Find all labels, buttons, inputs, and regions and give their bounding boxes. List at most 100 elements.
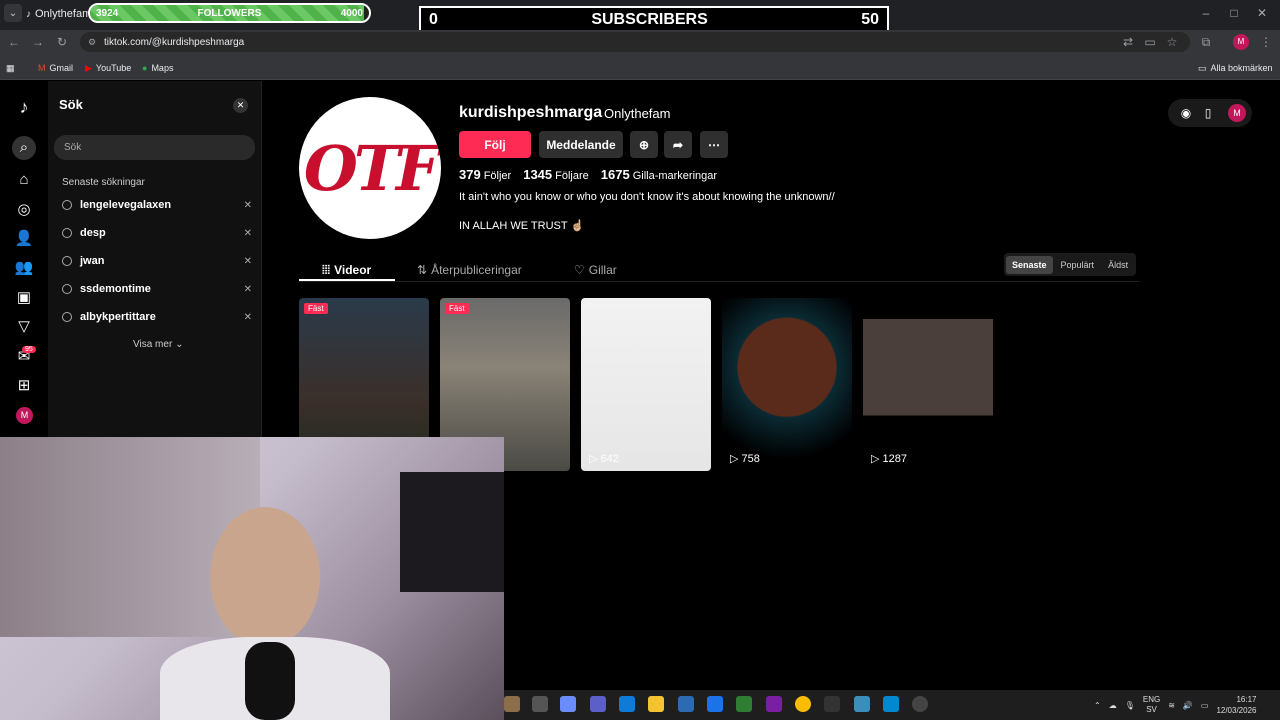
sort-latest[interactable]: Senaste xyxy=(1006,255,1053,274)
tab-videos[interactable]: ⦙⦙⦙ Videor xyxy=(322,259,371,281)
remove-icon[interactable]: ✕ xyxy=(244,228,252,239)
recent-search-item[interactable]: albykpertittare ✕ xyxy=(62,308,252,326)
video-thumbnail[interactable]: ▷ 758 xyxy=(722,298,852,471)
address-bar[interactable]: ⚙ tiktok.com/@kurdishpeshmarga xyxy=(80,32,1190,52)
tiktok-favicon-icon: ♪ xyxy=(26,8,31,20)
browser-tab[interactable]: ♪ Onlythefam xyxy=(26,3,96,25)
more-options-icon[interactable]: ⋯ xyxy=(700,131,728,158)
teams-icon[interactable] xyxy=(590,696,606,712)
chevron-up-icon[interactable]: ⌃ xyxy=(1094,701,1101,710)
bookmark-star-icon[interactable]: ☆ xyxy=(1164,34,1180,50)
share-icon[interactable]: ➦ xyxy=(664,131,692,158)
follow-button[interactable]: Följ xyxy=(459,131,531,158)
tabs-divider xyxy=(299,281,1139,282)
profile-avatar[interactable]: M xyxy=(16,407,33,424)
followers-label: FOLLOWERS xyxy=(197,7,262,19)
following-stat[interactable]: 379 Följer xyxy=(459,167,511,182)
extensions-icon[interactable]: ⧉ xyxy=(1198,34,1214,50)
recent-search-item[interactable]: ssdemontime ✕ xyxy=(62,280,252,298)
bookmark-youtube[interactable]: ▶ YouTube xyxy=(85,60,131,76)
phone-icon[interactable]: ▯ xyxy=(1198,103,1218,123)
translate-icon[interactable]: ⇄ xyxy=(1120,34,1136,50)
upload-icon[interactable]: ⊞ xyxy=(14,376,34,396)
apps-icon[interactable]: ▦ xyxy=(6,60,15,76)
site-info-icon[interactable]: ⚙ xyxy=(88,37,96,48)
start-icon[interactable] xyxy=(504,696,520,712)
heart-lock-icon: ♡ xyxy=(574,263,585,277)
explore-icon[interactable]: ◎ xyxy=(14,200,34,220)
bookmark-maps[interactable]: ● Maps xyxy=(142,60,173,76)
security-icon[interactable] xyxy=(736,696,752,712)
tab-reposts[interactable]: ⇅ Återpubliceringar xyxy=(417,259,522,281)
video-thumbnail[interactable]: ▷ 642 xyxy=(581,298,711,471)
chrome-menu-icon[interactable]: ⋮ xyxy=(1258,34,1274,50)
all-bookmarks[interactable]: ▭ Alla bokmärken xyxy=(1198,60,1273,76)
obs-icon[interactable] xyxy=(912,696,928,712)
remove-icon[interactable]: ✕ xyxy=(244,312,252,323)
file-explorer-icon[interactable] xyxy=(648,696,664,712)
home-icon[interactable]: ⌂ xyxy=(14,170,34,190)
messages-icon[interactable]: ▽ xyxy=(14,317,34,337)
remove-icon[interactable]: ✕ xyxy=(244,284,252,295)
bookmark-gmail[interactable]: M Gmail xyxy=(38,60,73,76)
compass-icon[interactable]: ◉ xyxy=(1176,103,1196,123)
friends-icon[interactable]: 👥 xyxy=(14,258,34,278)
recent-search-item[interactable]: desp ✕ xyxy=(62,224,252,242)
active-tab-indicator xyxy=(299,279,395,281)
show-more-link[interactable]: Visa mer ⌄ xyxy=(133,339,183,350)
view-count: ▷ 758 xyxy=(730,452,760,466)
pinned-badge: Fäst xyxy=(445,303,469,314)
tiktok-logo-icon[interactable]: ♪ xyxy=(14,97,34,117)
add-friend-icon[interactable]: ⊕ xyxy=(630,131,658,158)
mail-icon[interactable] xyxy=(707,696,723,712)
close-icon[interactable]: ✕ xyxy=(233,98,248,113)
pinned-badge: Fäst xyxy=(304,303,328,314)
search-icon[interactable]: ⌕ xyxy=(12,136,36,160)
subs-current: 0 xyxy=(429,11,438,28)
following-icon[interactable]: 👤 xyxy=(14,229,34,249)
sort-popular[interactable]: Populärt xyxy=(1055,256,1101,274)
minimize-icon[interactable]: – xyxy=(1196,6,1216,22)
store-icon[interactable] xyxy=(678,696,694,712)
photos-icon[interactable] xyxy=(854,696,870,712)
app-icon[interactable] xyxy=(883,696,899,712)
search-input[interactable] xyxy=(54,135,255,160)
profile-avatar-large[interactable]: OTF xyxy=(299,97,441,239)
copilot-icon[interactable] xyxy=(560,696,576,712)
bio-line: IN ALLAH WE TRUST ☝🏼 xyxy=(459,220,585,232)
tab-search-button[interactable]: ⌄ xyxy=(4,4,22,22)
edge-icon[interactable] xyxy=(619,696,635,712)
sort-oldest[interactable]: Äldst xyxy=(1102,256,1134,274)
video-thumbnail[interactable]: ▷ 1287 xyxy=(863,298,993,471)
clock[interactable]: 16:17 12/03/2026 xyxy=(1216,694,1256,716)
followers-stat[interactable]: 1345 Följare xyxy=(523,167,589,182)
message-button[interactable]: Meddelande xyxy=(539,131,623,158)
forward-icon[interactable]: → xyxy=(30,34,46,50)
remove-icon[interactable]: ✕ xyxy=(244,256,252,267)
cloud-icon[interactable]: ☁ xyxy=(1109,701,1117,710)
app-icon[interactable] xyxy=(824,696,840,712)
speaker-icon[interactable]: 🔊 xyxy=(1183,701,1193,710)
profile-stats: 379 Följer 1345 Följare 1675 Gilla-markerin… xyxy=(459,167,717,182)
maximize-icon[interactable]: □ xyxy=(1224,6,1244,22)
close-window-icon[interactable]: ✕ xyxy=(1252,6,1272,22)
reload-icon[interactable]: ↻ xyxy=(54,34,70,50)
recent-searches-label: Senaste sökningar xyxy=(62,177,145,188)
recent-search-item[interactable]: jwan ✕ xyxy=(62,252,252,270)
cast-icon[interactable]: ▭ xyxy=(1142,34,1158,50)
microphone-icon[interactable]: 🎙 xyxy=(1125,701,1135,710)
chrome-icon[interactable] xyxy=(795,696,811,712)
tab-likes[interactable]: ♡ Gillar xyxy=(574,259,617,281)
back-icon[interactable]: ← xyxy=(6,34,22,50)
task-view-icon[interactable] xyxy=(532,696,548,712)
recent-search-item[interactable]: lengelevegalaxen ✕ xyxy=(62,196,252,214)
bio-line: It ain't who you know or who you don't k… xyxy=(459,191,835,203)
remove-icon[interactable]: ✕ xyxy=(244,200,252,211)
app-icon[interactable] xyxy=(766,696,782,712)
wifi-icon[interactable]: ≋ xyxy=(1168,701,1175,710)
battery-icon[interactable]: ▭ xyxy=(1201,701,1209,710)
profile-avatar-icon[interactable]: M xyxy=(1233,34,1249,50)
language-indicator[interactable]: ENG SV xyxy=(1143,695,1160,715)
user-avatar[interactable]: M xyxy=(1228,104,1246,122)
live-icon[interactable]: ▣ xyxy=(14,288,34,308)
